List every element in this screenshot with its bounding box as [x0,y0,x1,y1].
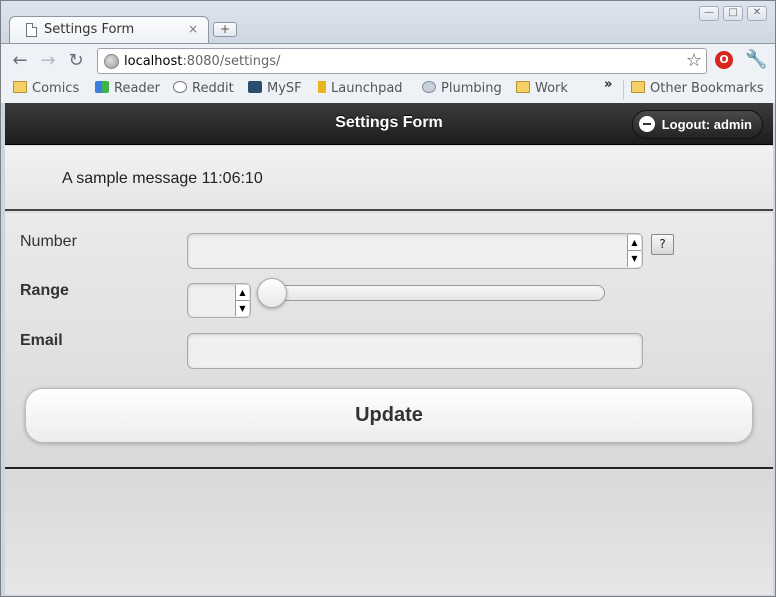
number-spinner[interactable]: ▲ ▼ [627,235,641,267]
number-input[interactable]: ▲ ▼ [187,233,643,269]
app-header: Settings Form Logout: admin [5,103,773,145]
tab-settings-form[interactable]: Settings Form × [9,16,209,44]
bookmark-plumbing[interactable]: Plumbing [422,81,502,96]
bookmark-label: MySF [267,81,302,96]
spin-down-icon[interactable]: ▼ [236,301,249,317]
google-reader-icon [95,81,109,93]
spin-up-icon[interactable]: ▲ [236,285,249,301]
bookmark-reader[interactable]: Reader [95,81,160,96]
sourceforge-icon [248,81,262,93]
reddit-icon [173,81,187,93]
spin-up-icon[interactable]: ▲ [628,235,641,251]
maximize-button[interactable]: □ [723,6,743,21]
bookmark-mysf[interactable]: MySF [248,81,302,96]
tab-title: Settings Form [44,22,135,37]
reload-button[interactable]: ↻ [65,50,87,72]
spin-down-icon[interactable]: ▼ [628,251,641,267]
minimize-button[interactable]: — [699,6,719,21]
range-number-input[interactable]: ▲ ▼ [187,283,251,318]
bookmark-label: Work [535,81,568,96]
bookmark-reddit[interactable]: Reddit [173,81,234,96]
range-label: Range [20,282,69,299]
page-footer [5,471,773,595]
back-button[interactable]: ← [9,50,31,72]
close-window-button[interactable]: ✕ [747,6,767,21]
launchpad-icon [318,81,326,93]
email-field[interactable] [187,333,643,369]
other-bookmarks[interactable]: Other Bookmarks [631,81,764,96]
browser-toolbar: ← → ↻ localhost:8080/settings/ ☆ O 🔧 [1,43,775,77]
logout-label: Logout: admin [661,117,752,132]
folder-icon [631,81,645,93]
folder-icon [13,81,27,93]
bookmark-label: Reader [114,81,161,96]
email-label: Email [20,332,63,349]
page-icon [26,23,37,37]
tab-close-icon[interactable]: × [188,22,198,36]
folder-icon [516,81,530,93]
url-path: :8080/settings/ [182,54,281,69]
bookmark-star-icon[interactable]: ☆ [686,50,702,71]
logout-button[interactable]: Logout: admin [631,110,763,139]
minus-icon [638,116,655,132]
status-message: A sample message 11:06:10 [62,170,263,187]
message-area: A sample message 11:06:10 [5,146,773,211]
range-slider-track[interactable] [259,285,605,301]
browser-window: Settings Form × + — □ ✕ ← → ↻ localhost:… [0,0,776,597]
range-slider-thumb[interactable] [257,278,287,308]
url-text: localhost:8080/settings/ [124,54,280,69]
bookmarks-overflow-button[interactable]: » [604,77,612,92]
wrench-icon[interactable]: 🔧 [745,49,767,70]
url-host: localhost [124,54,183,69]
forward-button[interactable]: → [37,50,59,72]
help-button[interactable]: ? [651,234,674,255]
bookmark-label: Reddit [192,81,234,96]
bookmark-label: Plumbing [441,81,502,96]
page-content: Settings Form Logout: admin A sample mes… [5,103,773,595]
bookmarks-bar: Comics Reader Reddit MySF Launchpad Plum… [1,77,775,103]
opera-extension-icon[interactable]: O [715,51,733,69]
update-button[interactable]: Update [25,388,753,443]
bookmark-label: Launchpad [331,81,403,96]
address-bar[interactable]: localhost:8080/settings/ ☆ [97,48,707,74]
globe-icon [422,81,436,93]
new-tab-button[interactable]: + [213,22,237,37]
bookmarks-separator [623,80,624,100]
number-label: Number [20,233,77,250]
bookmark-work[interactable]: Work [516,81,568,96]
site-info-icon[interactable] [104,54,119,69]
tab-strip: Settings Form × + — □ ✕ [1,1,775,44]
bookmark-label: Comics [32,81,80,96]
range-spinner[interactable]: ▲ ▼ [235,285,249,316]
bookmark-launchpad[interactable]: Launchpad [318,81,403,96]
bookmark-comics[interactable]: Comics [13,81,79,96]
other-bookmarks-label: Other Bookmarks [650,81,764,96]
